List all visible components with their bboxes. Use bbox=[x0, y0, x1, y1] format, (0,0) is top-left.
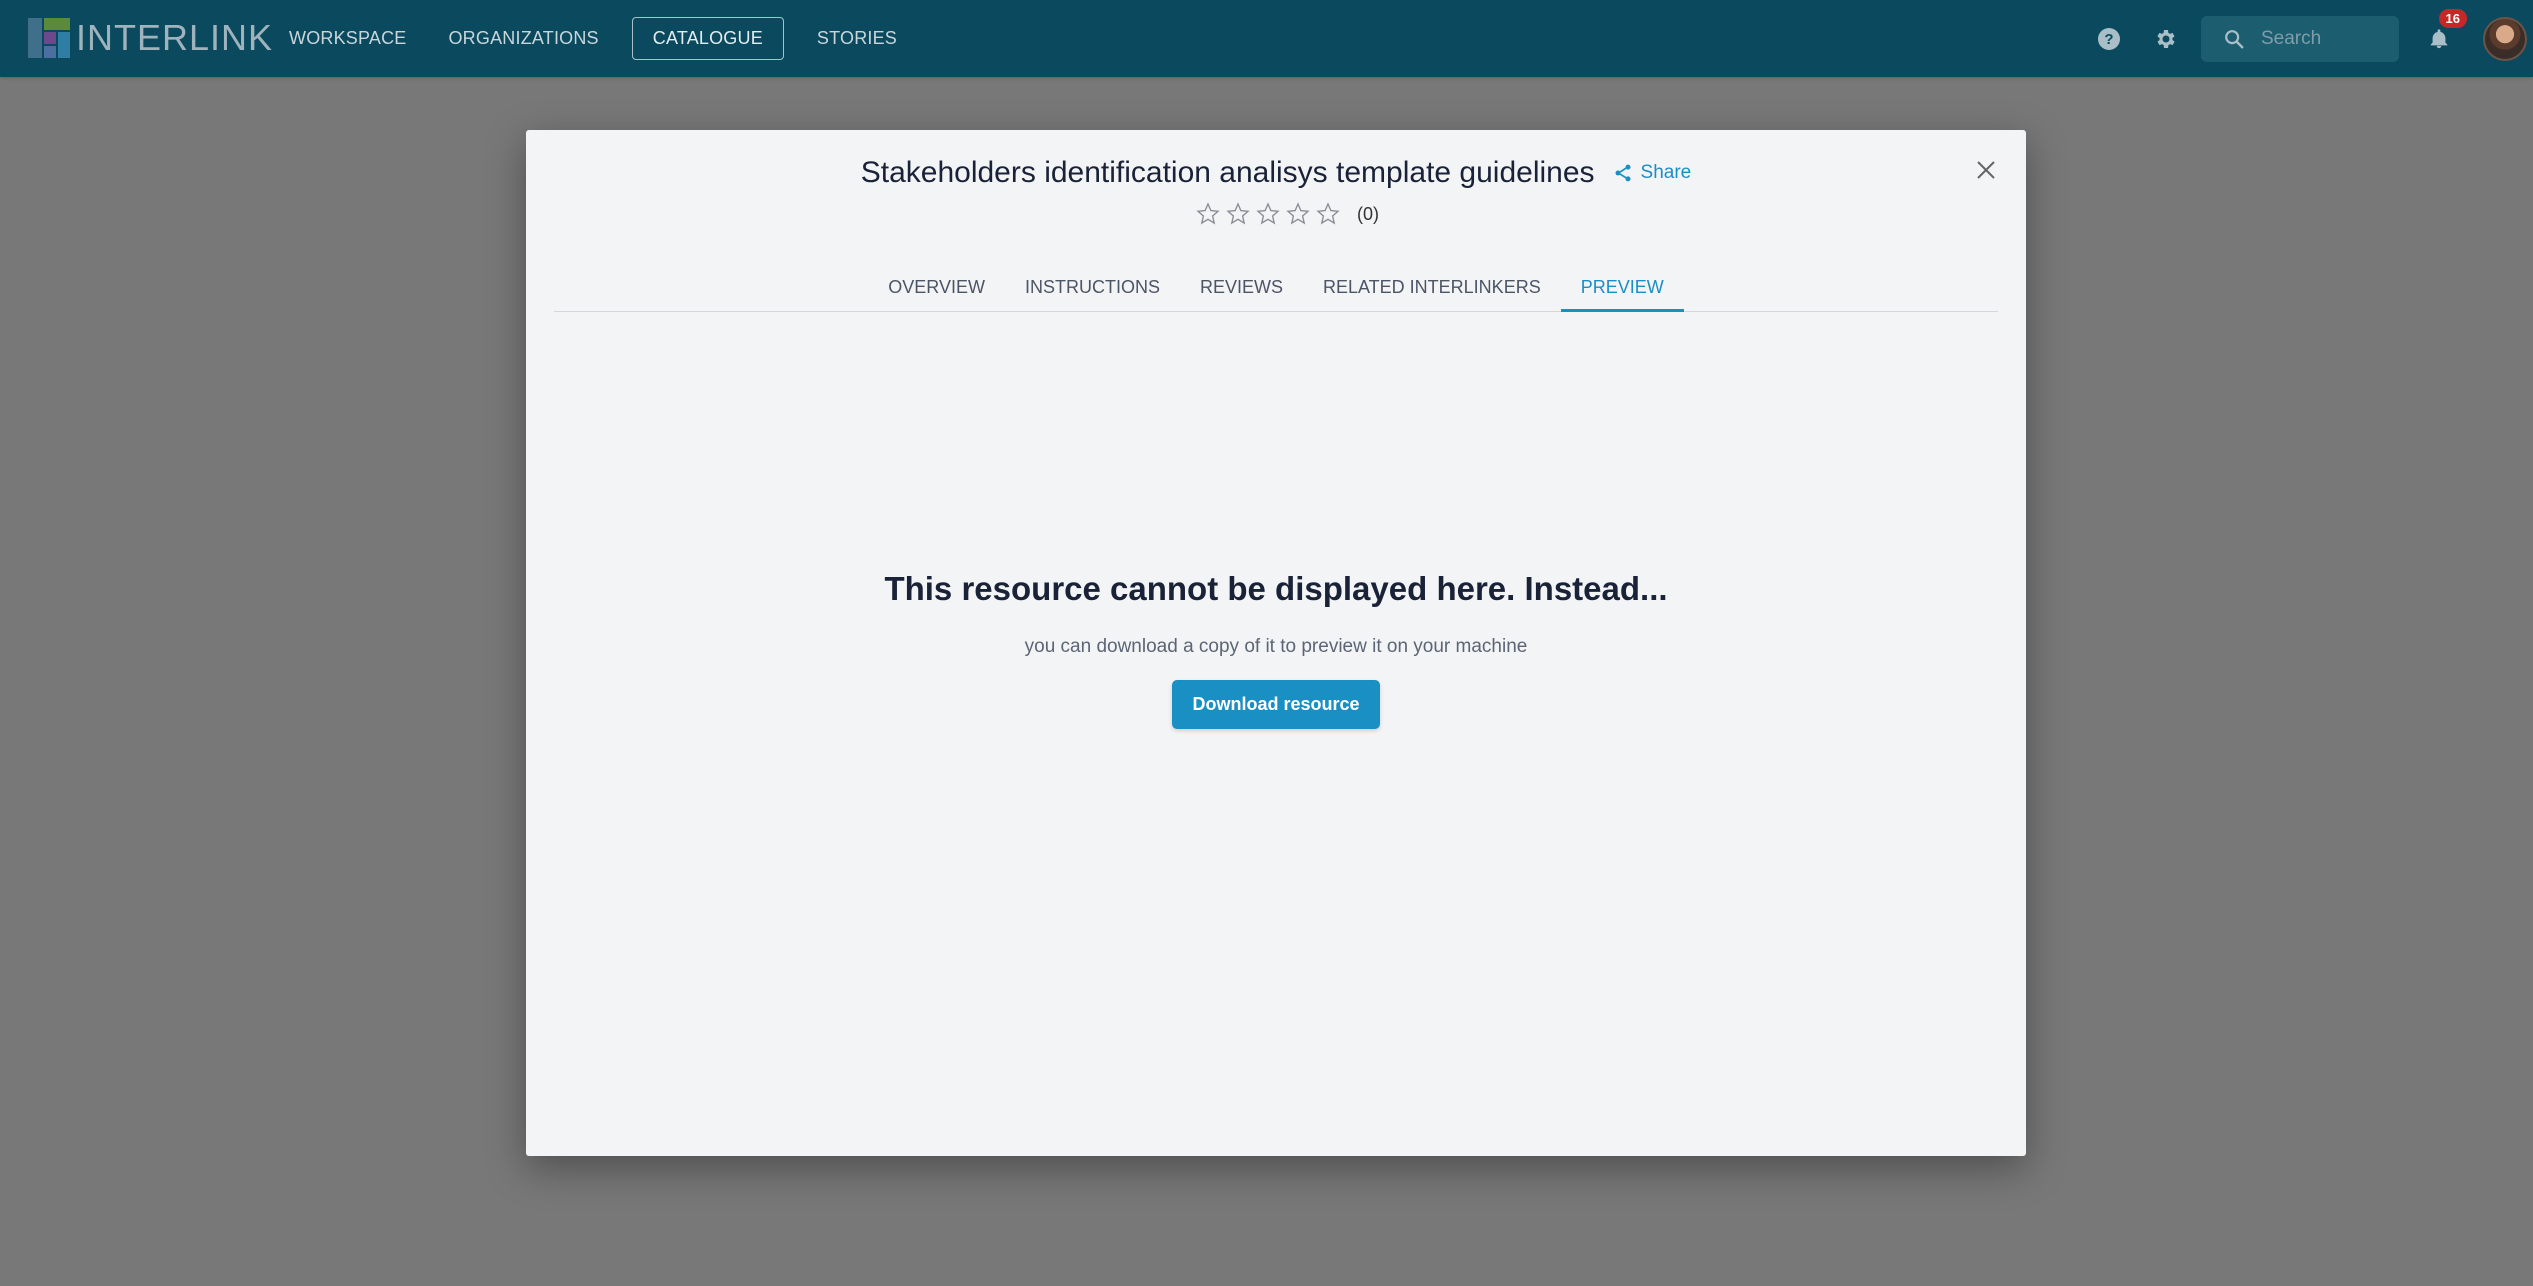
search-input[interactable] bbox=[2259, 26, 2383, 51]
download-resource-button[interactable]: Download resource bbox=[1172, 680, 1380, 729]
star-icon[interactable] bbox=[1283, 200, 1313, 228]
share-button[interactable]: Share bbox=[1613, 162, 1692, 184]
main-nav: WORKSPACE ORGANIZATIONS CATALOGUE STORIE… bbox=[268, 0, 918, 77]
tab-related-interlinkers[interactable]: RELATED INTERLINKERS bbox=[1303, 264, 1561, 311]
toolbar-right: ? 16 bbox=[2095, 0, 2533, 77]
bell-icon bbox=[2430, 28, 2448, 48]
logo-mark-icon bbox=[28, 18, 72, 58]
preview-panel: This resource cannot be displayed here. … bbox=[526, 570, 2026, 729]
dialog-header: Stakeholders identification analisys tem… bbox=[526, 156, 2026, 190]
star-icon[interactable] bbox=[1253, 200, 1283, 228]
nav-stories[interactable]: STORIES bbox=[796, 17, 918, 60]
app-bar: INTERLINK WORKSPACE ORGANIZATIONS CATALO… bbox=[0, 0, 2533, 77]
star-icon[interactable] bbox=[1313, 200, 1343, 228]
rating-count: (0) bbox=[1357, 203, 1379, 224]
user-avatar[interactable] bbox=[2483, 16, 2527, 61]
tab-instructions[interactable]: INSTRUCTIONS bbox=[1005, 264, 1180, 311]
dialog-title: Stakeholders identification analisys tem… bbox=[860, 156, 1595, 189]
preview-subtext: you can download a copy of it to preview… bbox=[1024, 636, 1528, 657]
tab-overview[interactable]: OVERVIEW bbox=[868, 264, 1005, 311]
notifications-button[interactable]: 16 bbox=[2423, 8, 2467, 55]
preview-headline: This resource cannot be displayed here. … bbox=[884, 570, 1668, 607]
dialog-tabs: OVERVIEW INSTRUCTIONS REVIEWS RELATED IN… bbox=[554, 264, 1998, 312]
rating-row: (0) bbox=[526, 200, 2026, 228]
star-icon[interactable] bbox=[1223, 200, 1253, 228]
star-icon[interactable] bbox=[1193, 200, 1223, 228]
tab-preview[interactable]: PREVIEW bbox=[1560, 264, 1684, 312]
interlinker-dialog: Stakeholders identification analisys tem… bbox=[526, 130, 2026, 1156]
search-box[interactable] bbox=[2201, 15, 2399, 62]
share-icon bbox=[1615, 164, 1631, 182]
nav-workspace[interactable]: WORKSPACE bbox=[268, 17, 427, 60]
star-rating[interactable] bbox=[1193, 200, 1343, 228]
interlink-logo[interactable]: INTERLINK bbox=[28, 12, 273, 64]
logo-text: INTERLINK bbox=[76, 17, 274, 58]
gear-icon[interactable] bbox=[2151, 25, 2179, 53]
nav-catalogue[interactable]: CATALOGUE bbox=[631, 17, 784, 60]
nav-organizations[interactable]: ORGANIZATIONS bbox=[427, 17, 619, 60]
tab-reviews[interactable]: REVIEWS bbox=[1180, 264, 1303, 311]
svg-text:?: ? bbox=[2104, 31, 2113, 48]
help-icon[interactable]: ? bbox=[2095, 25, 2123, 53]
search-icon bbox=[2225, 29, 2244, 48]
notification-badge: 16 bbox=[2438, 8, 2467, 28]
share-label: Share bbox=[1640, 162, 1692, 183]
